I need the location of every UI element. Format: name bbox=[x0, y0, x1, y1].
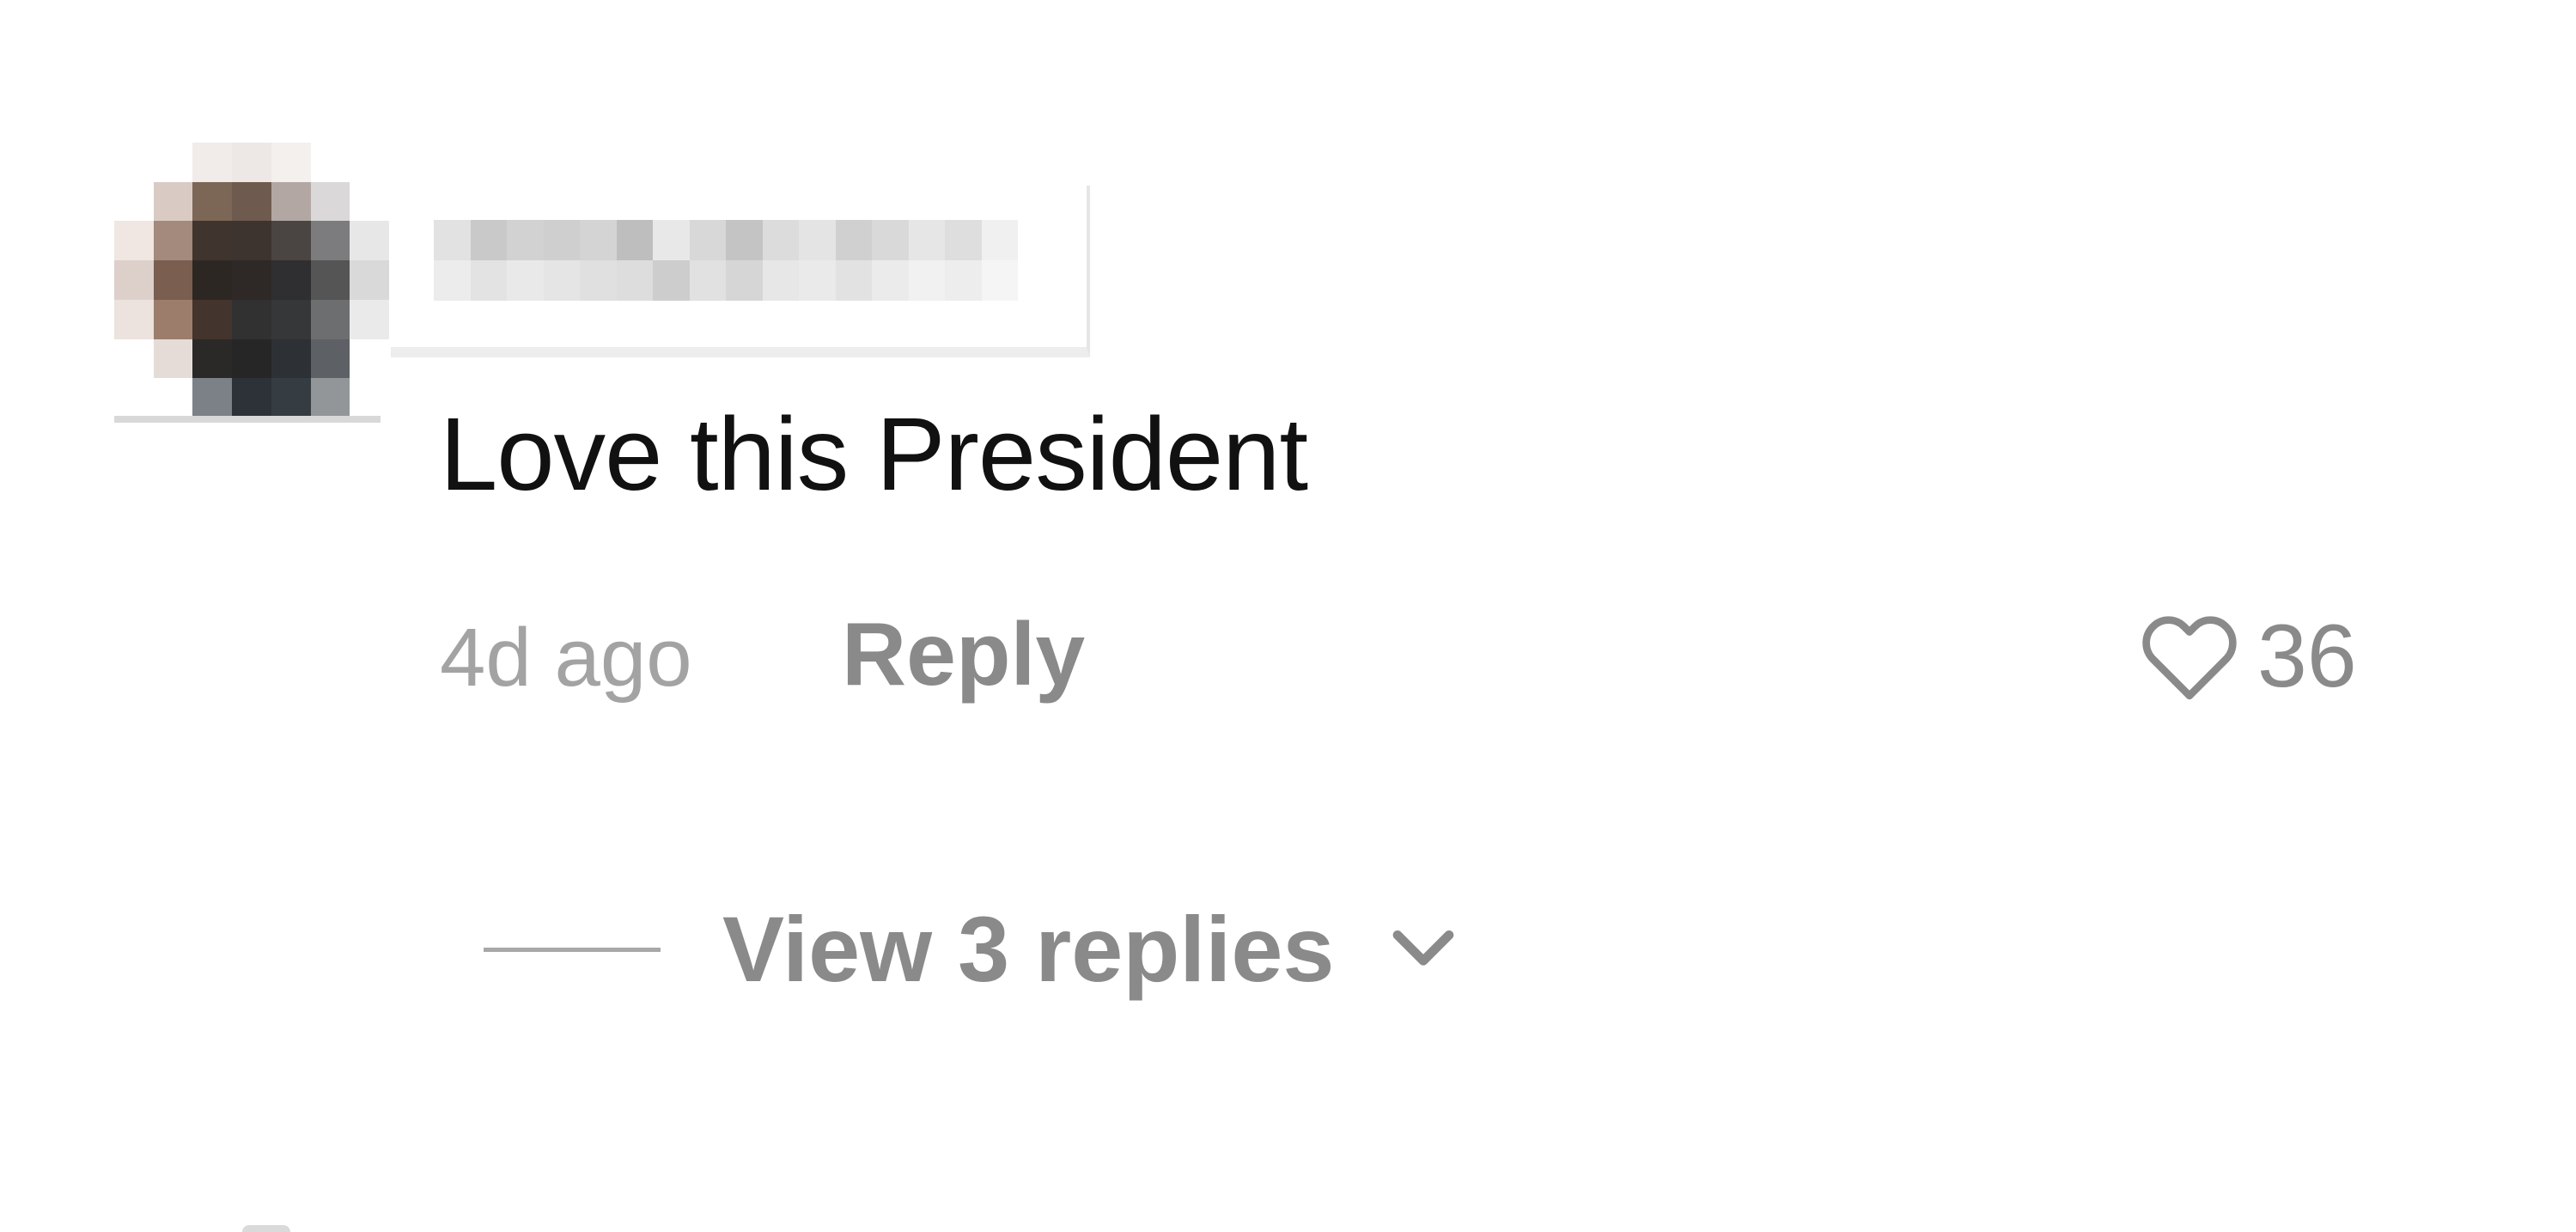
next-comment-avatar bbox=[242, 1225, 290, 1232]
comment-text: Love this President bbox=[440, 395, 1308, 512]
avatar-mosaic-tile bbox=[192, 260, 233, 300]
username-mosaic-tile bbox=[945, 220, 982, 260]
avatar-mosaic-tile bbox=[114, 143, 154, 182]
avatar-mosaic-tile bbox=[153, 378, 193, 418]
avatar-mosaic-tile bbox=[271, 378, 311, 418]
avatar-mosaic-tile bbox=[114, 378, 154, 418]
view-replies-label: View 3 replies bbox=[722, 897, 1335, 1001]
username-mosaic-tile bbox=[799, 260, 836, 301]
avatar-mosaic-tile bbox=[350, 181, 389, 222]
avatar-mosaic-tile bbox=[271, 221, 311, 261]
avatar-mosaic-tile bbox=[192, 181, 233, 222]
avatar-mosaic-tile bbox=[153, 221, 193, 261]
avatar-mosaic-tile bbox=[310, 299, 350, 339]
username-mosaic-tile bbox=[653, 260, 690, 301]
username-mosaic-tile bbox=[616, 260, 653, 301]
avatar-mosaic-tile bbox=[153, 299, 193, 339]
username-mosaic-tile bbox=[762, 220, 799, 260]
username-mosaic-tile bbox=[689, 220, 726, 260]
username-mosaic-tile bbox=[543, 260, 580, 301]
heart-outline-icon bbox=[2142, 616, 2237, 700]
replies-divider-line bbox=[484, 947, 661, 952]
avatar-mosaic-tile bbox=[114, 181, 154, 222]
username-mosaic-tile bbox=[908, 220, 945, 260]
avatar-mosaic-tile bbox=[310, 143, 350, 182]
avatar-mosaic-tile bbox=[271, 338, 311, 379]
avatar-mosaic-tile bbox=[350, 299, 389, 339]
avatar-mosaic-tile bbox=[271, 260, 311, 300]
username-mosaic-tile bbox=[726, 220, 763, 260]
username-mosaic-tile bbox=[689, 260, 726, 301]
avatar-mosaic-tile bbox=[192, 338, 233, 379]
avatar[interactable] bbox=[114, 143, 389, 418]
avatar-mosaic-tile bbox=[350, 221, 389, 261]
avatar-mosaic-tile bbox=[310, 260, 350, 300]
avatar-mosaic-tile bbox=[153, 338, 193, 379]
avatar-mosaic-tile bbox=[192, 143, 233, 182]
username-mosaic-tile bbox=[470, 220, 507, 260]
avatar-mosaic-tile bbox=[192, 378, 233, 418]
username-mosaic-tile bbox=[835, 220, 872, 260]
username-mosaic-tile bbox=[762, 260, 799, 301]
username-mosaic-tile bbox=[799, 220, 836, 260]
avatar-mosaic-tile bbox=[153, 143, 193, 182]
username-mosaic-tile bbox=[835, 260, 872, 301]
username-mosaic-tile bbox=[507, 260, 544, 301]
avatar-mosaic-tile bbox=[153, 260, 193, 300]
username-mosaic-tile bbox=[470, 260, 507, 301]
avatar-mosaic-tile bbox=[232, 378, 271, 418]
avatar-mosaic-tile bbox=[232, 143, 271, 182]
avatar-mosaic-tile bbox=[350, 378, 389, 418]
username-obscured[interactable] bbox=[434, 220, 1018, 301]
avatar-mosaic-tile bbox=[153, 181, 193, 222]
username-mosaic-tile bbox=[726, 260, 763, 301]
avatar-mosaic-tile bbox=[271, 181, 311, 222]
username-mosaic-tile bbox=[434, 220, 471, 260]
view-replies-button[interactable]: View 3 replies bbox=[484, 894, 1458, 1005]
username-mosaic-tile bbox=[981, 260, 1018, 301]
username-mosaic-tile bbox=[580, 260, 617, 301]
avatar-mosaic-tile bbox=[114, 338, 154, 379]
avatar-mosaic-tile bbox=[232, 221, 271, 261]
like-button[interactable]: 36 bbox=[2139, 601, 2357, 711]
username-mosaic-tile bbox=[908, 260, 945, 301]
avatar-mosaic-tile bbox=[114, 299, 154, 339]
avatar-mosaic-tile bbox=[310, 338, 350, 379]
username-mosaic-tile bbox=[543, 220, 580, 260]
avatar-mosaic-tile bbox=[192, 221, 233, 261]
avatar-mosaic-tile bbox=[350, 338, 389, 379]
username-mosaic-tile bbox=[945, 260, 982, 301]
username-mosaic-tile bbox=[616, 220, 653, 260]
avatar-divider bbox=[114, 416, 381, 423]
username-mosaic-tile bbox=[872, 260, 909, 301]
avatar-mosaic-tile bbox=[271, 299, 311, 339]
comment-timestamp: 4d ago bbox=[440, 612, 692, 704]
username-mosaic-tile bbox=[507, 220, 544, 260]
avatar-mosaic-tile bbox=[114, 221, 154, 261]
like-count: 36 bbox=[2257, 607, 2357, 706]
username-mosaic-tile bbox=[653, 220, 690, 260]
avatar-mosaic-tile bbox=[350, 143, 389, 182]
username-mosaic-tile bbox=[872, 220, 909, 260]
username-mosaic-tile bbox=[981, 220, 1018, 260]
avatar-mosaic-tile bbox=[232, 299, 271, 339]
avatar-mosaic-tile bbox=[232, 181, 271, 222]
reply-button[interactable]: Reply bbox=[842, 601, 1085, 709]
avatar-mosaic-tile bbox=[350, 260, 389, 300]
username-mosaic-tile bbox=[580, 220, 617, 260]
avatar-mosaic-tile bbox=[192, 299, 233, 339]
avatar-mosaic-tile bbox=[232, 260, 271, 300]
avatar-mosaic-tile bbox=[114, 260, 154, 300]
avatar-mosaic-tile bbox=[310, 181, 350, 222]
avatar-mosaic-tile bbox=[232, 338, 271, 379]
avatar-mosaic-tile bbox=[310, 221, 350, 261]
chevron-down-icon bbox=[1393, 930, 1454, 966]
avatar-mosaic-tile bbox=[271, 143, 311, 182]
avatar-mosaic-tile bbox=[310, 378, 350, 418]
username-mosaic-tile bbox=[434, 260, 471, 301]
